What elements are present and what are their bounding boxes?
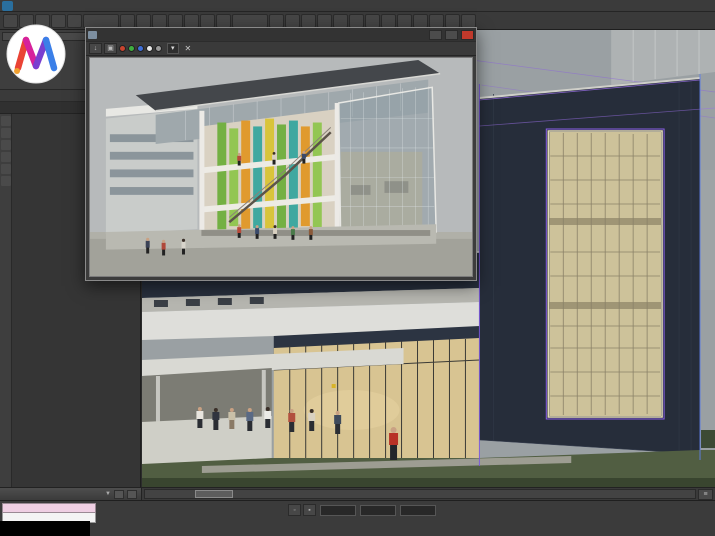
open-mini-curve-editor-button[interactable]: ≡	[698, 489, 713, 500]
app-logo-icon[interactable]	[2, 1, 13, 11]
display-geometry-icon[interactable]	[0, 128, 11, 138]
design-standard-bar[interactable]: ▼	[0, 488, 142, 500]
select-move-icon[interactable]	[184, 13, 199, 28]
lock-selection-icon[interactable]	[0, 176, 11, 186]
save-image-icon[interactable]: ↓	[89, 43, 102, 54]
bottom-band: ▼ ≡	[0, 487, 715, 500]
selection-lock-toggle[interactable]: ▪	[303, 504, 316, 516]
align-icon[interactable]	[349, 13, 364, 28]
layer-manager-icon[interactable]	[365, 13, 380, 28]
display-lights-icon[interactable]	[0, 140, 11, 150]
m-dot-orange	[14, 68, 20, 74]
maximize-button[interactable]	[445, 29, 458, 40]
y-coordinate-field[interactable]	[360, 504, 396, 516]
design-mini-icon-2[interactable]	[127, 489, 137, 499]
isolate-selection-toggle[interactable]: ◦	[288, 504, 301, 516]
material-editor-icon[interactable]	[413, 13, 428, 28]
select-object-icon[interactable]	[120, 13, 135, 28]
activeshade-icon	[88, 30, 97, 39]
explorer-tool-strip	[0, 114, 12, 487]
rotate-icon[interactable]	[200, 13, 215, 28]
close-button[interactable]	[461, 29, 474, 40]
render-glass-box	[337, 86, 437, 241]
time-slider-handle[interactable]	[194, 490, 233, 498]
yellow-object	[331, 384, 336, 388]
activeshade-titlebar[interactable]	[86, 28, 476, 41]
m-logo-watermark	[4, 22, 68, 86]
select-by-name-icon[interactable]	[136, 13, 151, 28]
activeshade-render-area	[89, 57, 473, 277]
percent-snap-icon[interactable]	[317, 13, 332, 28]
blue-channel-icon[interactable]	[137, 45, 144, 52]
chevron-down-icon: ▼	[105, 491, 111, 497]
schematic-view-icon[interactable]	[397, 13, 412, 28]
monochrome-channel-icon[interactable]	[155, 45, 162, 52]
coordinate-display: ◦ ▪	[288, 504, 436, 516]
redo-icon[interactable]	[67, 13, 82, 28]
rendered-frame-icon[interactable]	[445, 13, 460, 28]
health-center-building	[142, 251, 480, 468]
green-channel-icon[interactable]	[128, 45, 135, 52]
3dsmax-window: ↓ ▣ ▾ ✕ ▼ ≡ ◦ ▪	[0, 0, 715, 536]
red-channel-icon[interactable]	[119, 45, 126, 52]
channel-display-dropdown[interactable]: ▾	[167, 43, 179, 54]
render-setup-icon[interactable]	[429, 13, 444, 28]
clear-render-icon[interactable]: ✕	[185, 44, 192, 53]
snap-3d-icon[interactable]	[285, 13, 300, 28]
mirror-icon[interactable]	[333, 13, 348, 28]
trackbar-ruler[interactable]	[144, 489, 696, 499]
selection-filter-dropdown[interactable]	[83, 13, 119, 28]
listener-macro-line[interactable]	[2, 503, 96, 513]
rect-selection-icon[interactable]	[152, 13, 167, 28]
find-icon[interactable]	[0, 116, 11, 126]
status-bar: ◦ ▪	[0, 500, 715, 536]
maxscript-mini-listener[interactable]	[2, 503, 96, 523]
activeshade-window[interactable]: ↓ ▣ ▾ ✕	[85, 27, 477, 281]
display-helpers-icon[interactable]	[0, 164, 11, 174]
x-coordinate-field[interactable]	[320, 504, 356, 516]
activeshade-toolbar: ↓ ▣ ▾ ✕	[86, 41, 476, 56]
rendered-scene	[90, 58, 472, 276]
menu-bar	[0, 0, 715, 12]
render-production-icon[interactable]	[461, 13, 476, 28]
clone-window-icon[interactable]: ▣	[104, 43, 117, 54]
curve-editor-icon[interactable]	[381, 13, 396, 28]
ref-coord-dropdown[interactable]	[232, 13, 268, 28]
angle-snap-icon[interactable]	[301, 13, 316, 28]
pivot-icon[interactable]	[269, 13, 284, 28]
crossing-selection-icon[interactable]	[168, 13, 183, 28]
listener-text-overlay	[0, 521, 90, 536]
render-atrium	[199, 102, 340, 248]
scale-icon[interactable]	[216, 13, 231, 28]
display-cameras-icon[interactable]	[0, 152, 11, 162]
z-coordinate-field[interactable]	[400, 504, 436, 516]
minimize-button[interactable]	[429, 29, 442, 40]
alpha-channel-icon[interactable]	[146, 45, 153, 52]
design-mini-icon[interactable]	[114, 489, 124, 499]
curtain-window	[545, 128, 665, 420]
